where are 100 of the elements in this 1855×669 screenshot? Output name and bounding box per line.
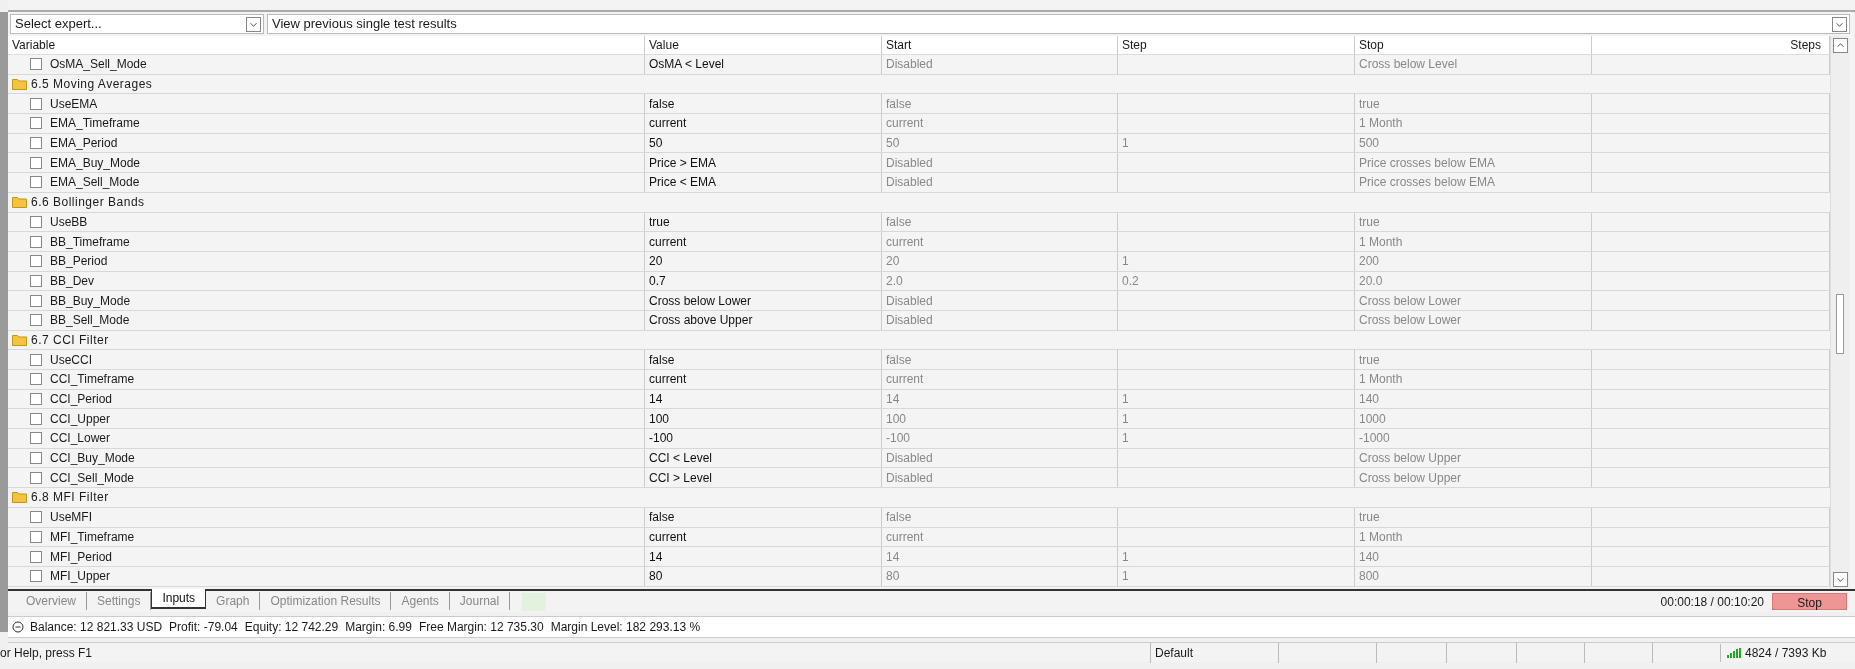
variable-name: MFI_Upper [50,568,111,586]
group-label[interactable]: 6.7 CCI Filter [31,330,109,349]
start-cell-text: Disabled [886,174,933,192]
variable-name: BB_Timeframe [50,233,130,251]
checkbox[interactable] [30,235,42,248]
step-cell-text: 1 [1122,135,1129,153]
stop-cell-text: true [1359,213,1380,231]
checkbox[interactable] [30,294,42,307]
checkbox[interactable] [30,58,42,71]
stop-cell-text: Cross below Level [1359,56,1458,74]
chevron-down-icon [1832,16,1847,32]
value-cell-text: Price > EMA [649,154,717,172]
checkbox[interactable] [30,137,42,150]
checkbox[interactable] [30,452,42,465]
folder-icon [12,196,27,209]
stop-cell-text: 1000 [1359,410,1386,428]
step-cell-text: 1 [1122,391,1129,409]
stop-cell-text: 140 [1359,391,1380,409]
checkbox[interactable] [30,117,42,130]
start-cell-text: current [886,528,924,546]
account-metric: Margin: 6.99 [345,619,412,636]
profile-name: Default [1150,642,1278,663]
checkbox[interactable] [30,511,42,524]
collapse-icon[interactable] [12,621,24,633]
variable-name: UseBB [50,213,88,231]
start-cell-text: Disabled [886,312,933,330]
account-metric: Margin Level: 182 293.13 % [550,619,701,636]
value-cell-text: Price < EMA [649,174,717,192]
start-cell-text: current [886,115,924,133]
stop-cell-text: 500 [1359,135,1380,153]
variable-name: EMA_Period [50,135,118,153]
results-select[interactable]: View previous single test results [267,14,1850,34]
vertical-scrollbar[interactable] [1830,36,1850,589]
start-cell-text: Disabled [886,154,933,172]
help-hint: or Help, press F1 [0,644,94,662]
value-cell-text: 20 [649,253,663,271]
start-cell-text: 50 [886,135,900,153]
stop-cell-text: 800 [1359,568,1380,586]
start-cell-text: 20 [886,253,900,271]
folder-icon [12,333,27,346]
stop-button[interactable]: Stop [1772,593,1847,610]
step-cell-text: 1 [1122,548,1129,566]
variable-name: EMA_Sell_Mode [50,174,140,192]
value-cell-text: 100 [649,410,670,428]
checkbox[interactable] [30,97,42,110]
memory-usage: 4824 / 7393 Kb [1745,644,1827,662]
checkbox[interactable] [30,471,42,484]
checkbox[interactable] [30,353,42,366]
column-header[interactable]: Start [882,36,1118,54]
start-cell-text: 14 [886,391,900,409]
value-cell-text: false [649,509,675,527]
chevron-down-icon [246,16,261,32]
checkbox[interactable] [30,176,42,189]
stop-cell-text: Cross below Lower [1359,312,1462,330]
value-cell-text: 14 [649,548,663,566]
value-cell-text: current [649,115,687,133]
scrollbar-thumb[interactable] [1836,294,1844,354]
start-cell-text: current [886,233,924,251]
stop-cell-text: 1 Month [1359,528,1403,546]
checkbox[interactable] [30,412,42,425]
checkbox[interactable] [30,373,42,386]
checkbox[interactable] [30,314,42,327]
column-header[interactable]: Step [1118,36,1355,54]
start-cell-text: 80 [886,568,900,586]
stop-cell-text: 1 Month [1359,233,1403,251]
value-cell-text: OsMA < Level [649,56,725,74]
account-metric: Balance: 12 821.33 USD [30,619,163,636]
checkbox[interactable] [30,156,42,169]
stop-cell-text: 200 [1359,253,1380,271]
tab[interactable]: Inputs [151,589,207,609]
checkbox[interactable] [30,550,42,563]
value-cell-text: true [649,213,670,231]
checkbox[interactable] [30,393,42,406]
value-cell-text: false [649,351,675,369]
checkbox[interactable] [30,570,42,583]
variable-name: OsMA_Sell_Mode [50,56,147,74]
variable-name: CCI_Sell_Mode [50,469,135,487]
group-label[interactable]: 6.8 MFI Filter [31,488,109,507]
variable-name: MFI_Timeframe [50,528,135,546]
checkbox[interactable] [30,255,42,268]
column-header[interactable]: Value [645,36,882,54]
group-label[interactable]: 6.5 Moving Averages [31,75,153,94]
start-cell-text: Disabled [886,469,933,487]
value-cell-text: 14 [649,391,663,409]
column-header[interactable]: Stop [1355,36,1592,54]
checkbox[interactable] [30,215,42,228]
checkbox[interactable] [30,432,42,445]
chevron-up-icon [1833,38,1848,53]
start-cell-text: false [886,213,912,231]
variable-name: CCI_Timeframe [50,371,135,389]
start-cell-text: 100 [886,410,907,428]
expert-select[interactable]: Select expert... [10,14,264,34]
checkbox[interactable] [30,530,42,543]
checkbox[interactable] [30,274,42,287]
group-label[interactable]: 6.6 Bollinger Bands [31,193,145,212]
chevron-down-icon [1833,572,1848,587]
column-header[interactable]: Variable [8,36,645,54]
signal-icon [1727,647,1741,658]
progress-block [522,592,547,611]
variable-name: CCI_Lower [50,430,111,448]
